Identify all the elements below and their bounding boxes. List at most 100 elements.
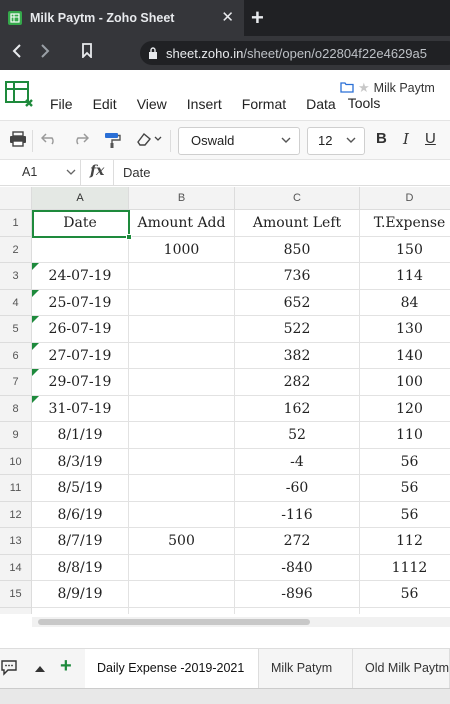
- cell-d2[interactable]: 150: [360, 237, 450, 263]
- cell-c1[interactable]: Amount Left: [235, 210, 360, 237]
- row-header[interactable]: 3: [0, 263, 32, 290]
- formula-input[interactable]: Date: [123, 165, 150, 180]
- cell-c14[interactable]: -840: [235, 554, 360, 581]
- row-header[interactable]: 5: [0, 316, 32, 343]
- cell-a10[interactable]: 8/3/19: [32, 448, 129, 475]
- menu-insert[interactable]: Insert: [187, 96, 222, 112]
- cell-a3[interactable]: 24-07-19: [32, 263, 129, 290]
- close-tab-icon[interactable]: ✕: [221, 9, 234, 27]
- cell-b6[interactable]: [129, 342, 235, 369]
- format-painter-icon[interactable]: [102, 131, 122, 151]
- cell-c13[interactable]: 272: [235, 528, 360, 555]
- cell-c8[interactable]: 162: [235, 395, 360, 422]
- row-header[interactable]: 15: [0, 581, 32, 608]
- cell-b3[interactable]: [129, 263, 235, 290]
- cell-a11[interactable]: 8/5/19: [32, 475, 129, 502]
- horizontal-scrollbar[interactable]: [32, 617, 450, 627]
- cell-b15[interactable]: [129, 581, 235, 608]
- add-sheet-icon[interactable]: +: [60, 655, 72, 678]
- function-icon[interactable]: fx: [90, 163, 104, 179]
- column-header-d[interactable]: D: [360, 187, 450, 210]
- row-header[interactable]: 6: [0, 342, 32, 369]
- cell-c6[interactable]: 382: [235, 342, 360, 369]
- row-header[interactable]: 10: [0, 448, 32, 475]
- cell-b11[interactable]: [129, 475, 235, 502]
- row-header[interactable]: 2: [0, 236, 32, 263]
- menu-edit[interactable]: Edit: [93, 96, 117, 112]
- column-header-a[interactable]: A: [32, 187, 129, 210]
- cell-b9[interactable]: [129, 422, 235, 449]
- cell-b12[interactable]: [129, 501, 235, 528]
- cell-d11[interactable]: 56: [360, 475, 450, 502]
- cell-c7[interactable]: 282: [235, 369, 360, 396]
- cell-d4[interactable]: 84: [360, 290, 450, 316]
- sheet-list-up-icon[interactable]: [34, 661, 46, 677]
- cell-a12[interactable]: 8/6/19: [32, 501, 129, 528]
- menu-data[interactable]: Data: [306, 96, 336, 112]
- cell-d13[interactable]: 112: [360, 528, 450, 555]
- sheet-tab-daily-expense[interactable]: Daily Expense -2019-2021: [85, 649, 259, 688]
- cell-b7[interactable]: [129, 369, 235, 396]
- row-header[interactable]: 16: [0, 607, 32, 614]
- row-header[interactable]: 11: [0, 475, 32, 502]
- back-icon[interactable]: [6, 43, 28, 63]
- cell-b1[interactable]: Amount Add: [129, 210, 235, 237]
- cell-d7[interactable]: 100: [360, 369, 450, 396]
- cell-b2[interactable]: 1000: [129, 236, 235, 263]
- cell-c5[interactable]: 522: [235, 316, 360, 343]
- cell-d12[interactable]: 56: [360, 502, 450, 528]
- cell-c12[interactable]: -116: [235, 501, 360, 528]
- cell-c15[interactable]: -896: [235, 581, 360, 608]
- row-header[interactable]: 12: [0, 501, 32, 528]
- print-icon[interactable]: [8, 131, 28, 151]
- cell-a16[interactable]: 8/10/19: [32, 607, 129, 614]
- cell-c11[interactable]: -60: [235, 475, 360, 502]
- cell-a13[interactable]: 8/7/19: [32, 528, 129, 555]
- cell-b13[interactable]: 500: [129, 528, 235, 555]
- cell-a7[interactable]: 29-07-19: [32, 369, 129, 396]
- cell-b14[interactable]: [129, 554, 235, 581]
- row-header[interactable]: 7: [0, 369, 32, 396]
- menu-tools[interactable]: Tools: [348, 95, 381, 112]
- row-header[interactable]: 1: [0, 210, 32, 237]
- cell-a9[interactable]: 8/1/19: [32, 422, 129, 449]
- cell-d6[interactable]: 140: [360, 343, 450, 369]
- chevron-down-icon[interactable]: [66, 165, 76, 182]
- fill-handle[interactable]: [126, 233, 132, 240]
- cell-c16[interactable]: 48: [235, 607, 360, 614]
- cell-a1[interactable]: Date: [32, 210, 129, 237]
- cell-b8[interactable]: [129, 395, 235, 422]
- browser-tab[interactable]: Milk Paytm - Zoho Sheet ✕: [0, 0, 244, 36]
- cell-d8[interactable]: 120: [360, 396, 450, 422]
- undo-icon[interactable]: [40, 131, 60, 151]
- select-all-corner[interactable]: [0, 187, 32, 210]
- cell-d3[interactable]: 114: [360, 263, 450, 290]
- cell-a15[interactable]: 8/9/19: [32, 581, 129, 608]
- chat-icon[interactable]: [0, 658, 18, 679]
- cell-a6[interactable]: 27-07-19: [32, 342, 129, 369]
- forward-icon[interactable]: [34, 43, 56, 63]
- cell-a2[interactable]: [32, 236, 129, 263]
- cell-a5[interactable]: 26-07-19: [32, 316, 129, 343]
- zoho-sheet-logo-icon[interactable]: [4, 78, 36, 110]
- document-title[interactable]: ★ Milk Paytm: [340, 80, 435, 96]
- cell-d16[interactable]: 56: [360, 608, 450, 615]
- cell-a4[interactable]: 25-07-19: [32, 289, 129, 316]
- cell-c10[interactable]: -4: [235, 448, 360, 475]
- cell-c3[interactable]: 736: [235, 263, 360, 290]
- cell-a14[interactable]: 8/8/19: [32, 554, 129, 581]
- cell-d14[interactable]: 1112: [360, 555, 450, 581]
- italic-button[interactable]: I: [403, 130, 409, 148]
- sheet-tab-old-milk-paytm[interactable]: Old Milk Paytm: [353, 649, 450, 688]
- cell-d9[interactable]: 110: [360, 422, 450, 449]
- sheet-tab-milk-patym[interactable]: Milk Patym: [259, 649, 353, 688]
- cell-b10[interactable]: [129, 448, 235, 475]
- cell-d5[interactable]: 130: [360, 316, 450, 343]
- cell-c9[interactable]: 52: [235, 422, 360, 449]
- redo-icon[interactable]: [70, 131, 90, 151]
- row-header[interactable]: 9: [0, 422, 32, 449]
- column-header-b[interactable]: B: [129, 187, 235, 210]
- row-header[interactable]: 13: [0, 528, 32, 555]
- cell-d1[interactable]: T.Expense: [360, 210, 450, 237]
- cell-c2[interactable]: 850: [235, 236, 360, 263]
